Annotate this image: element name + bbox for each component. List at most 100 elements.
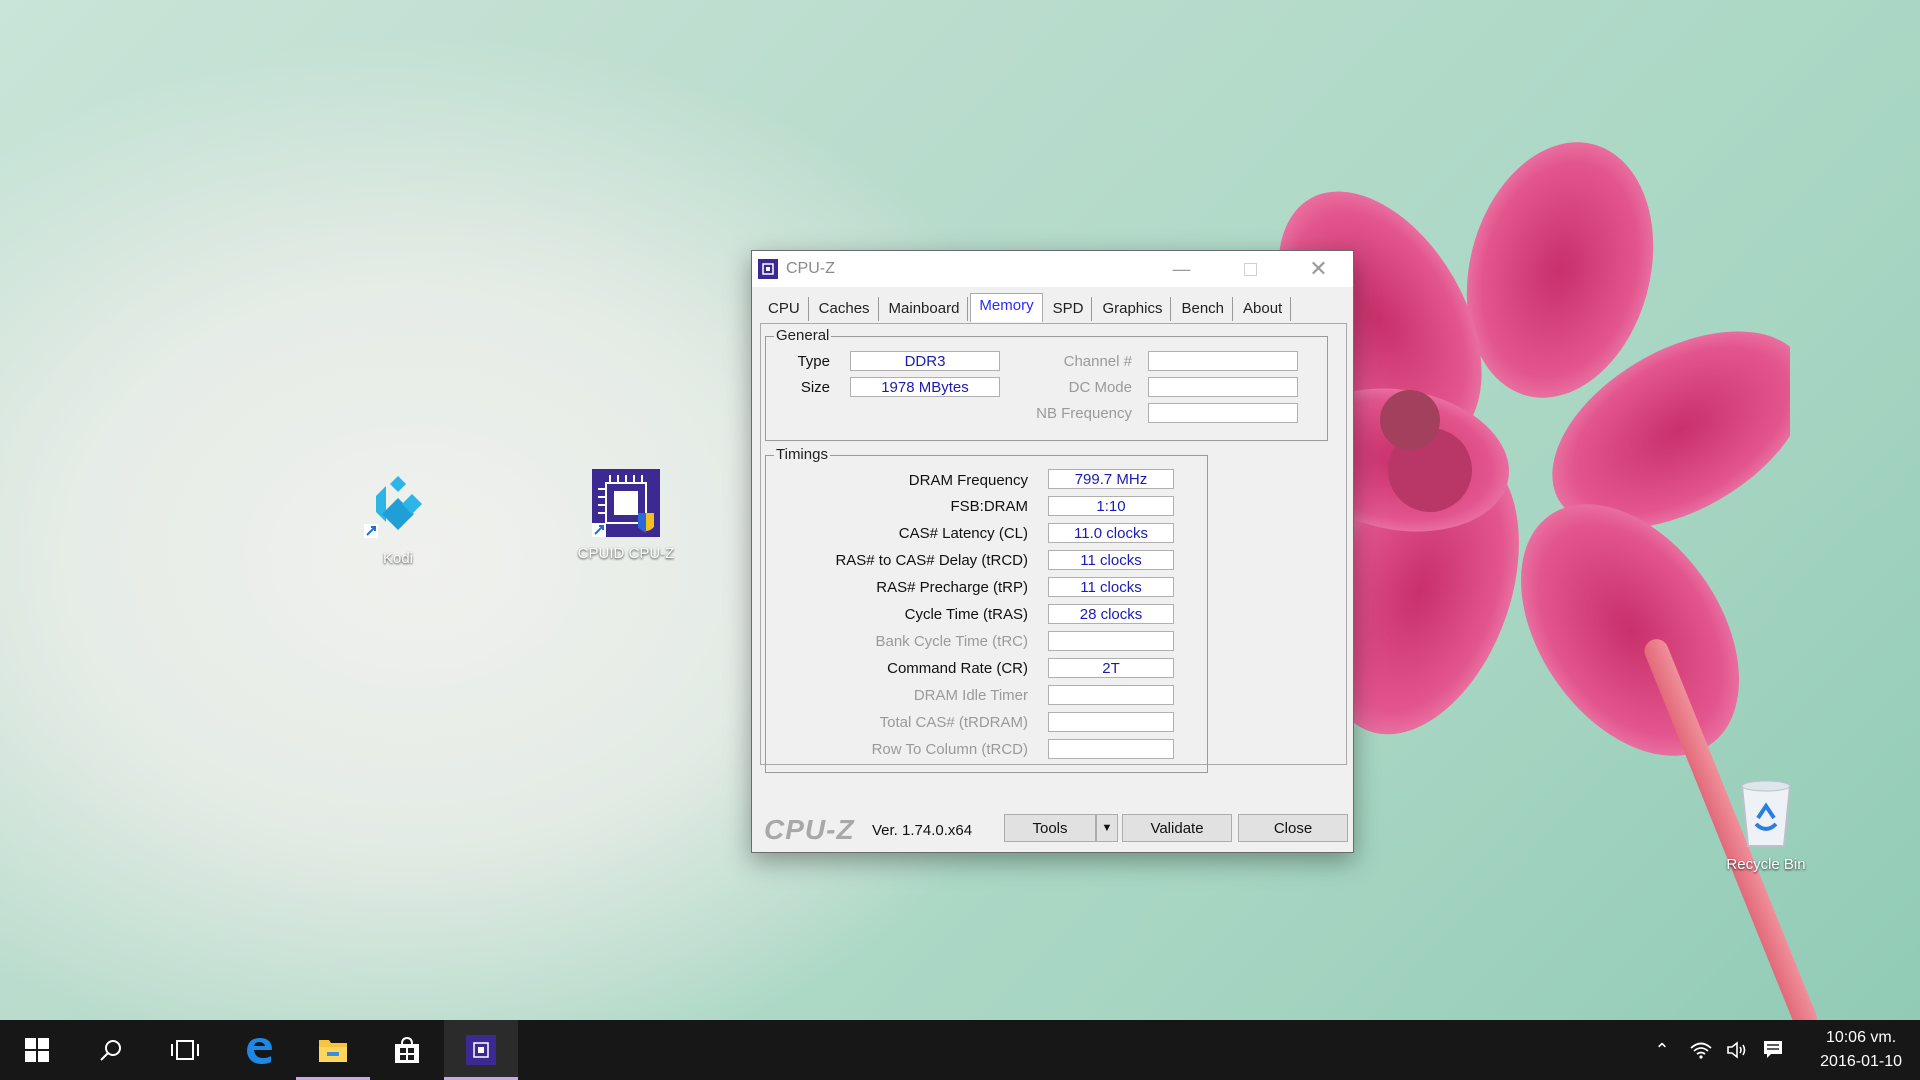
- desktop-icon-kodi[interactable]: Kodi: [338, 470, 458, 567]
- timing-label: DRAM Idle Timer: [913, 687, 1028, 704]
- taskbar-store[interactable]: [370, 1020, 444, 1080]
- timing-value: [1048, 739, 1174, 759]
- timing-value: 11 clocks: [1048, 550, 1174, 570]
- windows-logo-icon: [25, 1038, 49, 1062]
- chevron-down-icon: ▼: [1101, 822, 1113, 834]
- timing-value: [1048, 712, 1174, 732]
- dcmode-label: DC Mode: [1068, 379, 1132, 396]
- action-center-button[interactable]: [1756, 1020, 1790, 1080]
- clock-time: 10:06 vm.: [1825, 1029, 1897, 1046]
- timing-value: 2T: [1048, 658, 1174, 678]
- nbfreq-label: NB Frequency: [1036, 405, 1132, 422]
- title-bar[interactable]: CPU-Z — ✕: [752, 251, 1353, 287]
- timing-label: Total CAS# (tRDRAM): [879, 714, 1028, 731]
- type-value: DDR3: [850, 351, 1000, 371]
- timings-group: Timings DRAM Frequency 799.7 MHz FSB:DRA…: [765, 446, 1208, 773]
- version-label: Ver. 1.74.0.x64: [872, 822, 973, 839]
- message-icon: [1764, 1041, 1782, 1058]
- tools-button-label: Tools: [1032, 819, 1068, 837]
- folder-icon: [319, 1040, 347, 1062]
- tab-cpu[interactable]: CPU: [760, 297, 809, 321]
- timing-value: [1048, 631, 1174, 651]
- taskbar-file-explorer[interactable]: [296, 1020, 370, 1080]
- timing-label: CAS# Latency (CL): [898, 525, 1028, 542]
- tab-memory[interactable]: Memory: [970, 293, 1043, 322]
- maximize-icon: [1244, 262, 1257, 276]
- timings-group-title: Timings: [774, 446, 830, 463]
- tab-spd[interactable]: SPD: [1045, 297, 1093, 321]
- volume-button[interactable]: [1720, 1020, 1754, 1080]
- dcmode-value: [1148, 377, 1298, 397]
- timing-label: RAS# Precharge (tRP): [876, 579, 1028, 596]
- wifi-icon: [1690, 1042, 1712, 1059]
- start-button[interactable]: [0, 1020, 74, 1080]
- cpuz-window: CPU-Z — ✕ CPU Caches Mainboard Memory SP…: [751, 250, 1354, 853]
- minimize-button[interactable]: —: [1147, 251, 1216, 287]
- task-view-icon: [171, 1040, 199, 1060]
- kodi-icon: [360, 470, 436, 546]
- desktop-icon-label: CPUID CPU-Z: [577, 545, 675, 562]
- channel-label: Channel #: [1063, 353, 1132, 370]
- tools-dropdown-button[interactable]: ▼: [1096, 814, 1118, 842]
- cpuz-app-icon: [758, 259, 778, 279]
- timing-value: 799.7 MHz: [1048, 469, 1174, 489]
- search-icon: [100, 1040, 121, 1061]
- maximize-button[interactable]: [1216, 251, 1285, 287]
- timing-value: 1:10: [1048, 496, 1174, 516]
- timing-label: FSB:DRAM: [950, 498, 1028, 515]
- search-button[interactable]: [74, 1020, 148, 1080]
- task-view-button[interactable]: [148, 1020, 222, 1080]
- tab-about[interactable]: About: [1235, 297, 1292, 321]
- clock-date: 2016-01-10: [1820, 1053, 1902, 1070]
- timing-label: DRAM Frequency: [908, 472, 1028, 489]
- timing-value: 11.0 clocks: [1048, 523, 1174, 543]
- cpuz-icon: [588, 465, 664, 541]
- taskbar-cpuz[interactable]: [444, 1020, 518, 1080]
- timing-value: 28 clocks: [1048, 604, 1174, 624]
- clock[interactable]: 10:06 vm. 2016-01-10: [1820, 1026, 1902, 1074]
- tools-button[interactable]: Tools: [1004, 814, 1096, 842]
- type-label: Type: [797, 353, 830, 370]
- minimize-icon: —: [1172, 258, 1191, 279]
- desktop-icon-label: Recycle Bin: [1726, 856, 1806, 873]
- window-footer: CPU-Z Ver. 1.74.0.x64 Tools ▼ Validate C…: [752, 806, 1353, 850]
- size-label: Size: [800, 379, 830, 396]
- timing-label: Bank Cycle Time (tRC): [875, 633, 1028, 650]
- tab-bench[interactable]: Bench: [1173, 297, 1234, 321]
- timing-label: Command Rate (CR): [887, 660, 1028, 677]
- general-group: General Type DDR3 Size 1978 MBytes Chann…: [765, 327, 1328, 441]
- close-window-button[interactable]: ✕: [1284, 251, 1353, 287]
- validate-button[interactable]: Validate: [1122, 814, 1232, 842]
- timing-value: 11 clocks: [1048, 577, 1174, 597]
- desktop-icon-cpuz[interactable]: CPUID CPU-Z: [566, 465, 686, 562]
- taskbar-edge[interactable]: [222, 1020, 296, 1080]
- chevron-up-icon: ⌃: [1654, 1039, 1670, 1060]
- network-button[interactable]: [1684, 1020, 1718, 1080]
- tab-caches[interactable]: Caches: [811, 297, 879, 321]
- timing-label: Row To Column (tRCD): [871, 741, 1028, 758]
- general-group-title: General: [774, 327, 832, 344]
- channel-value: [1148, 351, 1298, 371]
- timing-label: RAS# to CAS# Delay (tRCD): [835, 552, 1028, 569]
- memory-panel: General Type DDR3 Size 1978 MBytes Chann…: [760, 323, 1347, 773]
- close-icon: ✕: [1309, 256, 1328, 281]
- size-value: 1978 MBytes: [850, 377, 1000, 397]
- store-icon: [395, 1036, 419, 1063]
- tab-graphics[interactable]: Graphics: [1094, 297, 1172, 321]
- show-hidden-icons-button[interactable]: ⌃: [1648, 1020, 1676, 1080]
- nbfreq-value: [1148, 403, 1298, 423]
- edge-icon: [247, 1038, 272, 1064]
- window-title: CPU-Z: [786, 260, 835, 277]
- desktop-icon-recycle-bin[interactable]: Recycle Bin: [1706, 776, 1826, 873]
- desktop-icon-label: Kodi: [382, 550, 414, 567]
- close-button[interactable]: Close: [1238, 814, 1348, 842]
- tab-mainboard[interactable]: Mainboard: [881, 297, 969, 321]
- timing-value: [1048, 685, 1174, 705]
- speaker-icon: [1727, 1041, 1746, 1059]
- validate-button-label: Validate: [1150, 819, 1204, 837]
- close-button-label: Close: [1273, 819, 1313, 837]
- taskbar: ⌃ 10:06 vm. 2016-01-10: [0, 1020, 1920, 1080]
- cpuz-icon: [466, 1035, 496, 1065]
- cpuz-logo: CPU-Z: [764, 814, 855, 845]
- recycle-bin-icon: [1728, 776, 1804, 852]
